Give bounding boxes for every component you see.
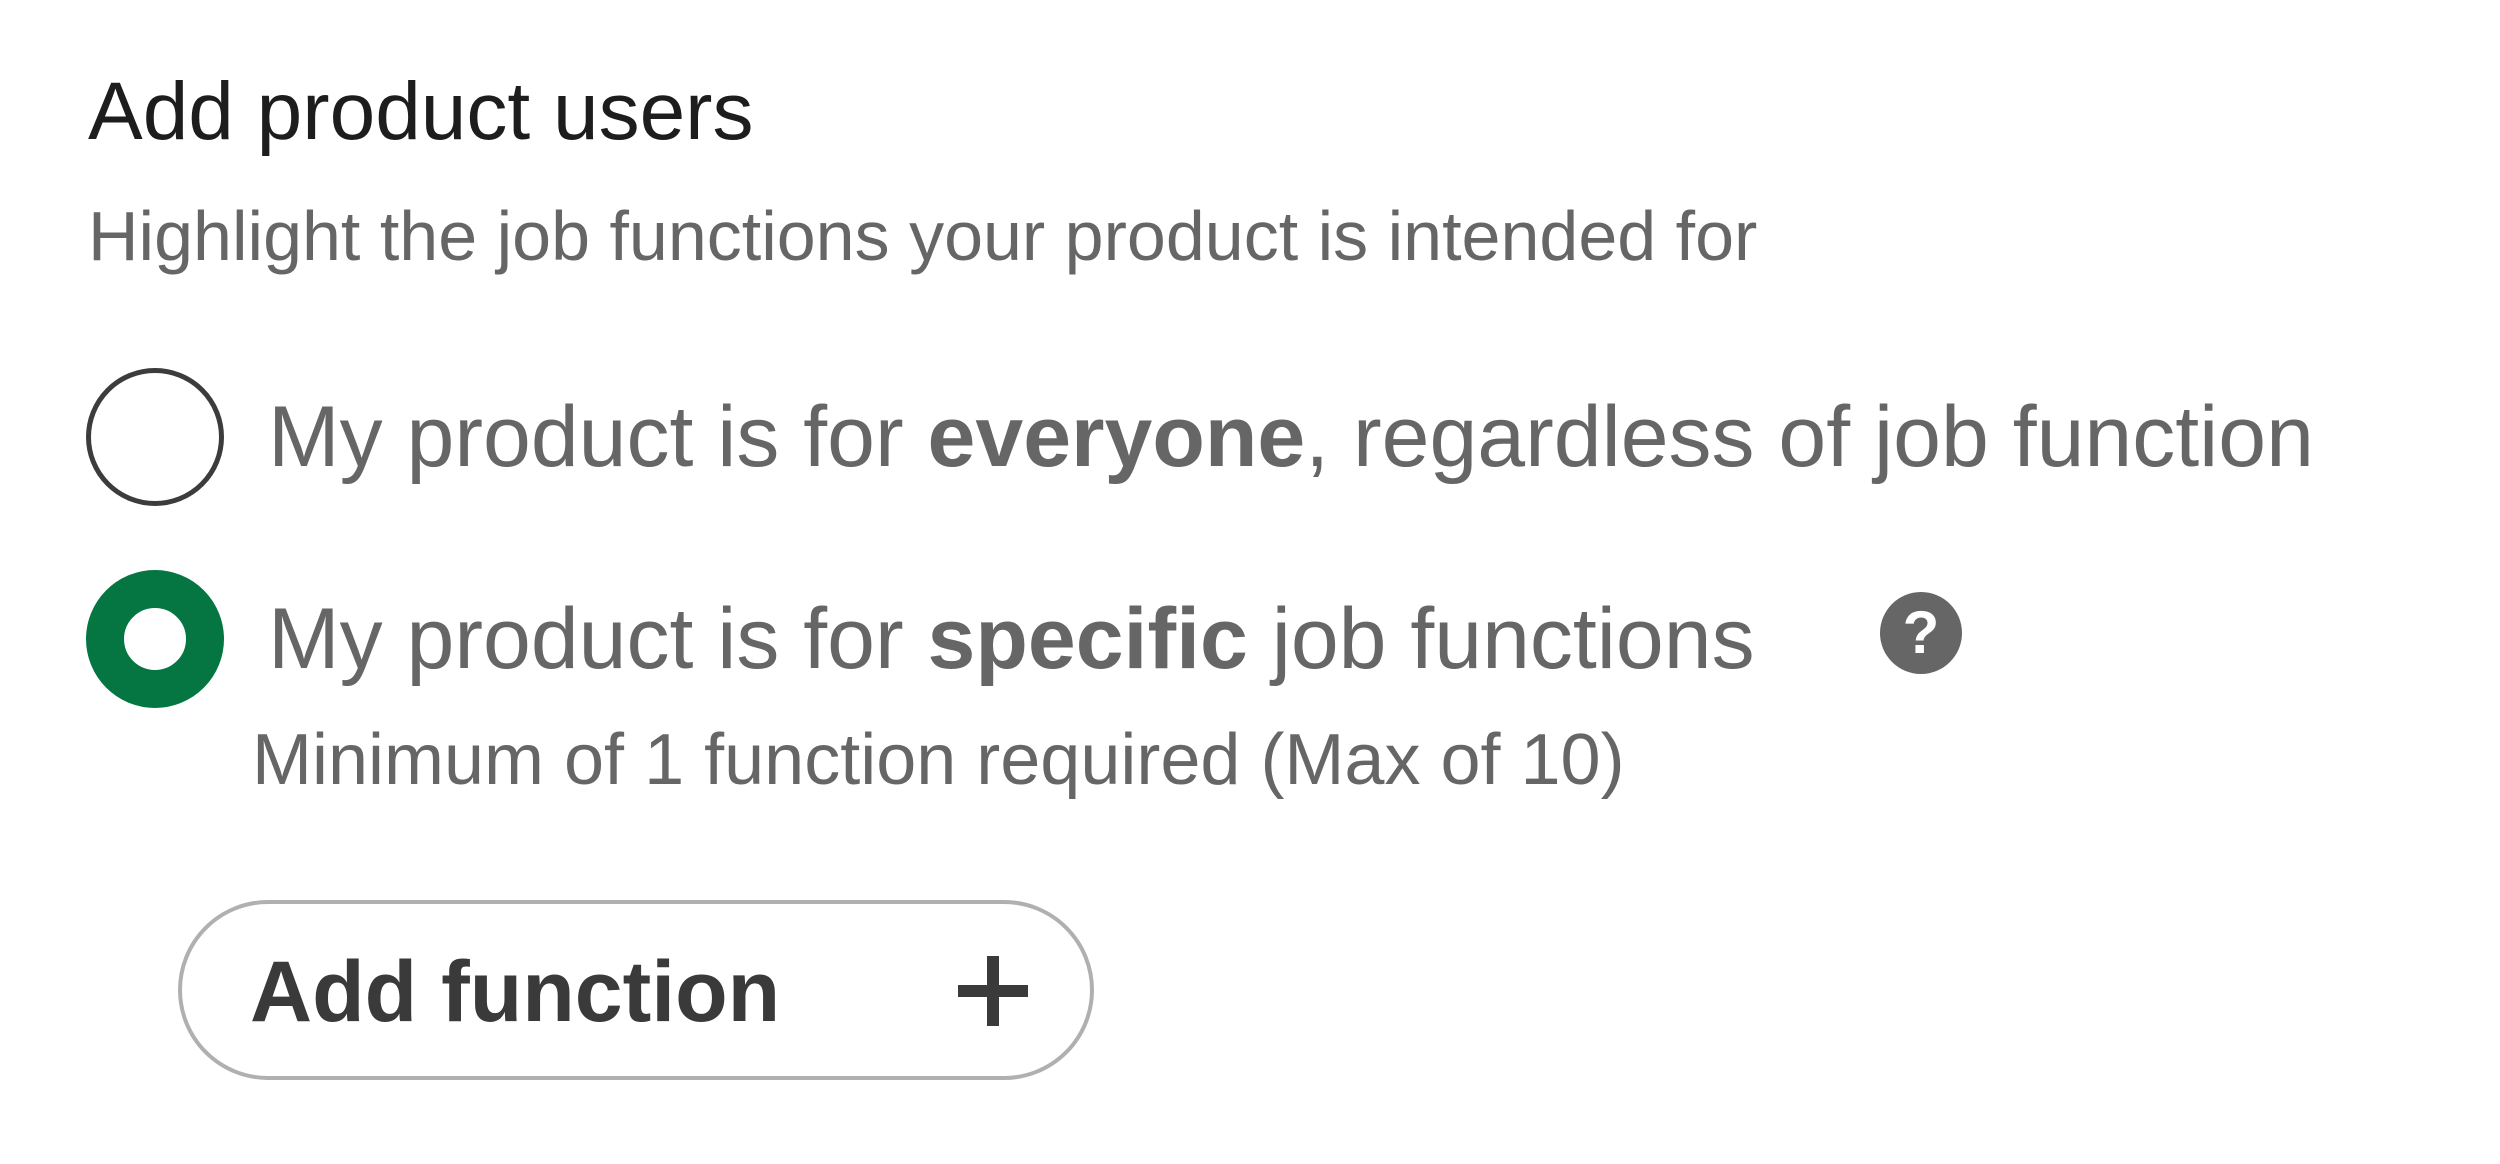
add-function-button[interactable]: Add function (178, 900, 1094, 1080)
section-subtitle: Highlight the job functions your product… (88, 197, 1758, 275)
option-specific-emphasis: specific (927, 591, 1248, 687)
question-icon[interactable]: ? (1880, 592, 1962, 674)
option-specific-label[interactable]: My product is for specific job functions (268, 579, 1755, 699)
option-everyone-label[interactable]: My product is for everyone, regardless o… (268, 377, 2314, 497)
option-everyone[interactable]: My product is for everyone, regardless o… (86, 368, 2314, 506)
add-product-users-panel: Add product users Highlight the job func… (0, 0, 2500, 1164)
section-title: Add product users (88, 66, 754, 157)
function-requirement-hint: Minimum of 1 function required (Max of 1… (252, 720, 1625, 800)
option-specific[interactable]: My product is for specific job functions (86, 570, 1755, 708)
plus-icon (958, 956, 1028, 1026)
option-specific-suffix: job functions (1247, 591, 1755, 687)
add-function-label: Add function (250, 944, 781, 1040)
option-specific-prefix: My product is for (268, 591, 928, 687)
radio-everyone[interactable] (86, 368, 224, 506)
option-everyone-suffix: , regardless of job function (1305, 389, 2314, 485)
radio-specific[interactable] (86, 570, 224, 708)
option-everyone-prefix: My product is for (268, 389, 928, 485)
option-everyone-emphasis: everyone (927, 389, 1306, 485)
